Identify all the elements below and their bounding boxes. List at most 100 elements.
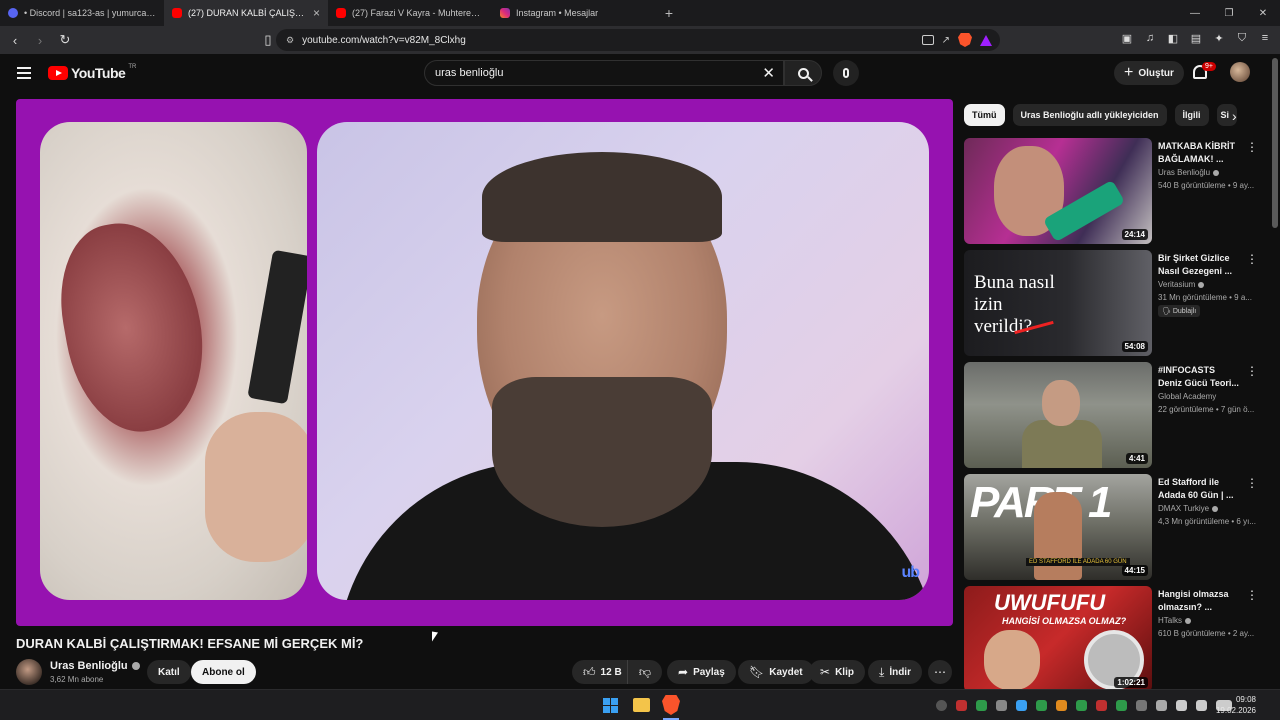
more-vertical-icon[interactable]: ⋮ <box>1246 140 1258 154</box>
windows-start-icon[interactable] <box>603 698 618 713</box>
cast-icon[interactable] <box>921 35 934 45</box>
tab-discord[interactable]: • Discord | sa123-as | yumurcakla <box>0 0 164 26</box>
network-icon[interactable] <box>1176 700 1187 711</box>
more-vertical-icon[interactable]: ⋮ <box>1246 252 1258 266</box>
wallet-icon[interactable]: ▤ <box>1189 31 1203 45</box>
media-icon[interactable]: ♫ <box>1143 31 1157 45</box>
save-button[interactable]: 🔖︎ Kaydet <box>738 660 814 684</box>
download-button[interactable]: ⤓ İndir <box>868 660 922 684</box>
more-vertical-icon[interactable]: ⋮ <box>1246 364 1258 378</box>
tray-app-icon[interactable] <box>996 700 1007 711</box>
create-button[interactable]: + Oluştur <box>1114 61 1184 85</box>
guide-menu-icon[interactable] <box>17 67 31 82</box>
search-button[interactable] <box>784 60 822 86</box>
rec-channel[interactable]: Global Academy <box>1158 392 1216 401</box>
leo-ai-icon[interactable]: ✦ <box>1212 31 1226 45</box>
recommendation-item[interactable]: Buna nasıl izin verildi? 54:08 Bir Şirke… <box>964 250 1260 362</box>
rec-channel[interactable]: Veritasium <box>1158 280 1205 289</box>
restore-icon[interactable]: ❐ <box>1212 0 1246 26</box>
video-player[interactable]: ub <box>16 99 953 626</box>
rec-channel[interactable]: Uras Benlioğlu <box>1158 168 1220 177</box>
video-thumbnail[interactable]: Buna nasıl izin verildi? 54:08 <box>964 250 1152 356</box>
file-explorer-icon[interactable] <box>633 698 650 712</box>
video-thumbnail[interactable]: 24:14 <box>964 138 1152 244</box>
chip-related[interactable]: İlgili <box>1174 104 1209 126</box>
subscribe-button[interactable]: Abone ol <box>191 660 256 684</box>
clip-button[interactable]: ✂ Klip <box>809 660 865 684</box>
youtube-logo[interactable]: YouTube TR <box>48 64 136 81</box>
address-bar[interactable]: ⚙ youtube.com/watch?v=v82M_8Clxhg ↗ <box>276 29 1000 51</box>
minimize-icon[interactable]: — <box>1178 0 1212 26</box>
video-thumbnail[interactable]: PART 1 ED STAFFORD İLE ADADA 60 GÜN 44:1… <box>964 474 1152 580</box>
tab-youtube-other[interactable]: (27) Farazi V Kayra - Muhterem Haya <box>328 0 492 26</box>
rec-channel[interactable]: DMAX Turkiye <box>1158 504 1219 513</box>
brave-shields-icon[interactable] <box>958 33 972 47</box>
rec-title[interactable]: Hangisi olmazsa olmazsın? ... <box>1158 588 1240 614</box>
video-thumbnail[interactable]: UWUFUFU HANGİSİ OLMAZSA OLMAZ? 1:02:21 <box>964 586 1152 692</box>
clear-search-icon[interactable]: ✕ <box>762 64 775 82</box>
like-button[interactable]: 👍︎ 12 B <box>572 660 631 684</box>
sidebar-icon[interactable]: ◧ <box>1166 31 1180 45</box>
menu-icon[interactable]: ≡ <box>1258 31 1272 45</box>
tray-app-icon[interactable] <box>1016 700 1027 711</box>
chevron-up-icon[interactable] <box>1136 700 1147 711</box>
search-input[interactable]: uras benlioğlu ✕ <box>424 60 784 86</box>
site-info-icon[interactable]: ⚙ <box>286 35 294 46</box>
share-page-icon[interactable]: ↗ <box>942 35 950 46</box>
tab-youtube-current[interactable]: (27) DURAN KALBİ ÇALIŞTIRM × <box>164 0 328 26</box>
recommendation-item[interactable]: 24:14 MATKABA KİBRİT BAĞLAMAK! ... Uras … <box>964 138 1260 250</box>
account-avatar[interactable] <box>1230 62 1250 82</box>
more-actions-button[interactable]: ⋯ <box>928 660 952 684</box>
brave-browser-icon[interactable] <box>662 695 680 715</box>
vpn-icon[interactable]: ⛉ <box>1235 31 1249 45</box>
rec-title[interactable]: MATKABA KİBRİT BAĞLAMAK! ... <box>1158 140 1240 166</box>
tray-app-icon[interactable] <box>1096 700 1107 711</box>
channel-watermark[interactable]: ub <box>901 564 920 582</box>
rec-channel[interactable]: HTalks <box>1158 616 1192 625</box>
page-scrollbar[interactable] <box>1272 58 1278 228</box>
brave-rewards-icon[interactable] <box>980 34 992 46</box>
tray-app-icon[interactable] <box>936 700 947 711</box>
recommendation-item[interactable]: UWUFUFU HANGİSİ OLMAZSA OLMAZ? 1:02:21 H… <box>964 586 1260 698</box>
rec-title[interactable]: #INFOCASTS Deniz Gücü Teori... <box>1158 364 1240 390</box>
more-vertical-icon[interactable]: ⋮ <box>1246 476 1258 490</box>
chip-all[interactable]: Tümü <box>964 104 1005 126</box>
tray-app-icon[interactable] <box>1056 700 1067 711</box>
bookmark-icon[interactable]: ▯ <box>258 30 278 50</box>
rec-title[interactable]: Bir Şirket Gizlice Nasıl Gezegeni ... <box>1158 252 1240 278</box>
share-icon: ➦ <box>678 665 689 679</box>
back-icon[interactable]: ‹ <box>5 30 25 50</box>
chevron-right-icon[interactable]: › <box>1232 108 1237 124</box>
recommendation-item[interactable]: 4:41 #INFOCASTS Deniz Gücü Teori... Glob… <box>964 362 1260 474</box>
channel-avatar[interactable] <box>16 659 42 685</box>
video-thumbnail[interactable]: 4:41 <box>964 362 1152 468</box>
tab-instagram[interactable]: Instagram • Mesajlar <box>492 0 656 26</box>
youtube-play-icon <box>48 66 68 80</box>
share-button[interactable]: ➦ Paylaş <box>667 660 736 684</box>
verified-icon <box>1198 281 1205 288</box>
chip-from-uploader[interactable]: Uras Benlioğlu adlı yükleyiciden <box>1012 104 1167 126</box>
close-window-icon[interactable]: ✕ <box>1246 0 1280 26</box>
forward-icon[interactable]: › <box>30 30 50 50</box>
subscriber-count: 3,62 Mn abone <box>50 675 104 684</box>
voice-search-button[interactable] <box>833 60 859 86</box>
recommendation-item[interactable]: PART 1 ED STAFFORD İLE ADADA 60 GÜN 44:1… <box>964 474 1260 586</box>
tray-app-icon[interactable] <box>976 700 987 711</box>
reader-mode-icon[interactable]: ▣ <box>1120 31 1134 45</box>
tray-app-icon[interactable] <box>1116 700 1127 711</box>
rec-title[interactable]: Ed Stafford ile Adada 60 Gün | ... <box>1158 476 1240 502</box>
more-vertical-icon[interactable]: ⋮ <box>1246 588 1258 602</box>
channel-name[interactable]: Uras Benlioğlu <box>50 660 140 672</box>
dislike-button[interactable]: 👎︎ <box>627 660 662 684</box>
tray-app-icon[interactable] <box>1036 700 1047 711</box>
reload-icon[interactable]: ↻ <box>55 30 75 50</box>
taskbar-clock[interactable]: 09:08 19.02.2026 <box>1216 694 1256 716</box>
microphone-tray-icon[interactable] <box>1156 700 1167 711</box>
join-button[interactable]: Katıl <box>147 660 191 684</box>
new-tab-button[interactable]: + <box>656 0 682 26</box>
close-icon[interactable]: × <box>313 6 320 20</box>
tray-app-icon[interactable] <box>1076 700 1087 711</box>
volume-icon[interactable] <box>1196 700 1207 711</box>
tray-app-icon[interactable] <box>956 700 967 711</box>
thumbnail-caption: HANGİSİ OLMAZSA OLMAZ? <box>1002 616 1127 626</box>
